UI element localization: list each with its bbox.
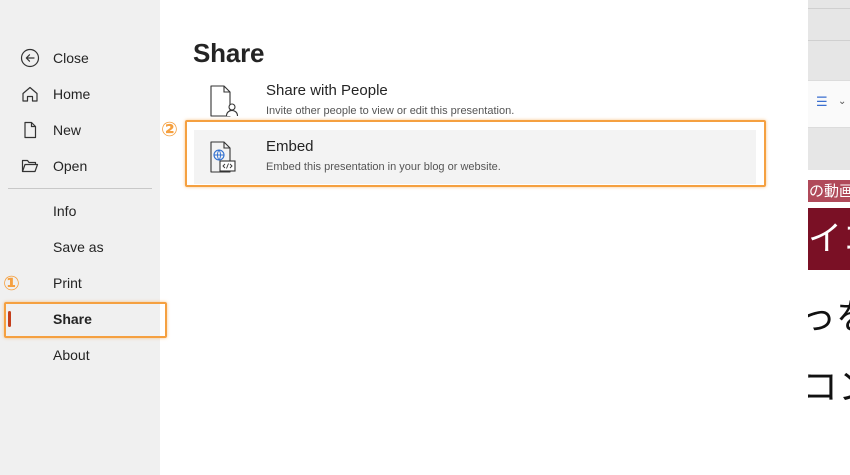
share-panel: Share Share with People Invite other peo… — [160, 0, 808, 475]
nav-item-label: Home — [53, 86, 91, 102]
nav-item-label: Share — [53, 311, 92, 327]
nav-item-save-as[interactable]: Save as — [0, 229, 160, 265]
nav-item-new[interactable]: New — [0, 112, 160, 148]
backstage-nav: Close Home New Open Info Save as Print S… — [0, 0, 160, 475]
nav-item-label: Info — [53, 203, 77, 219]
slide-text: っを — [808, 297, 850, 338]
preview-divider — [808, 8, 850, 9]
active-indicator — [8, 311, 11, 327]
back-arrow-icon — [20, 48, 40, 68]
nav-divider — [8, 188, 152, 189]
nav-item-label: Open — [53, 158, 88, 174]
annotation-step-1: ① — [3, 271, 20, 295]
nav-item-label: About — [53, 347, 90, 363]
option-title: Embed — [266, 138, 314, 155]
page-title: Share — [193, 38, 265, 68]
home-icon — [20, 84, 40, 104]
nav-item-info[interactable]: Info — [0, 193, 160, 229]
numbered-list-icon: ☰ — [816, 95, 828, 110]
slide-preview: ☰ ⌄ の動画 イコ っを コン — [808, 0, 850, 475]
embed-option[interactable]: Embed Embed this presentation in your bl… — [194, 130, 756, 184]
annotation-step-2: ② — [161, 117, 178, 141]
nav-item-label: New — [53, 122, 82, 138]
nav-item-label: Save as — [53, 239, 104, 255]
slide-title-band: イコ — [808, 208, 850, 270]
option-title: Share with People — [266, 82, 388, 99]
nav-item-close[interactable]: Close — [0, 40, 160, 76]
nav-item-label: Close — [53, 50, 89, 66]
preview-divider — [808, 40, 850, 41]
nav-item-home[interactable]: Home — [0, 76, 160, 112]
share-with-people-option[interactable]: Share with People Invite other people to… — [194, 74, 756, 128]
slide-text-band: の動画 — [808, 180, 850, 202]
folder-open-icon — [20, 156, 40, 176]
option-description: Invite other people to view or edit this… — [266, 105, 515, 117]
nav-item-share[interactable]: Share — [0, 301, 160, 337]
slide-text: コン — [808, 367, 850, 408]
nav-item-print[interactable]: Print — [0, 265, 160, 301]
chevron-down-icon: ⌄ — [838, 96, 847, 107]
share-people-icon — [208, 84, 240, 118]
new-document-icon — [20, 120, 40, 140]
nav-item-about[interactable]: About — [0, 337, 160, 373]
nav-item-open[interactable]: Open — [0, 148, 160, 184]
option-description: Embed this presentation in your blog or … — [266, 161, 501, 173]
nav-item-label: Print — [53, 275, 82, 291]
embed-icon — [208, 140, 240, 174]
